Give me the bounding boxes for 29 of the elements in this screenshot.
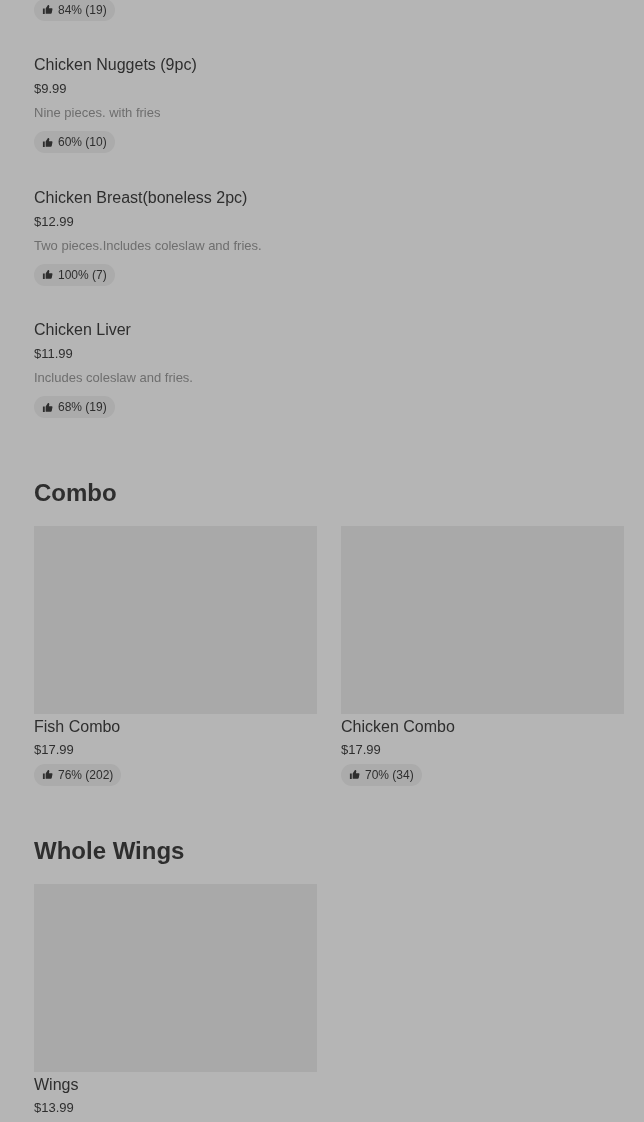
item-price: $17.99 xyxy=(341,740,381,759)
item-description: Nine pieces. with fries xyxy=(34,104,162,122)
item-price: $12.99 xyxy=(34,212,75,231)
rating-badge: 70% (34) xyxy=(341,763,422,786)
thumbs-up-icon xyxy=(42,401,53,413)
item-name: Chicken Breast(boneless 2pc) xyxy=(34,187,249,208)
item-name: Wings xyxy=(34,1074,79,1095)
thumbs-up-icon xyxy=(42,136,53,148)
rating-badge: 76% (202) xyxy=(34,763,122,786)
thumbs-up-icon xyxy=(42,769,53,780)
item-name: Chicken Nuggets (9pc) xyxy=(34,55,198,75)
item-description: Two pieces.Includes coleslaw and fries. xyxy=(34,236,263,255)
thumbs-up-icon xyxy=(42,269,53,280)
item-name: Chicken Liver xyxy=(34,320,132,340)
thumbs-up-icon xyxy=(42,4,53,15)
item-price: $9.99 xyxy=(34,80,68,98)
rating-badge: 60% (10) xyxy=(34,131,115,153)
item-price: $11.99 xyxy=(34,345,74,363)
section-heading: Whole Wings xyxy=(34,835,186,866)
item-price: $13.99 xyxy=(34,1098,74,1117)
rating-badge: 100% (7) xyxy=(34,263,115,286)
item-name: Chicken Combo xyxy=(341,716,455,737)
rating-badge: 68% (19) xyxy=(34,396,115,418)
item-name: Fish Combo xyxy=(34,716,121,737)
item-price: $17.99 xyxy=(34,740,74,759)
thumbs-up-icon xyxy=(349,769,360,780)
section-heading: Combo xyxy=(34,477,118,508)
rating-badge: 84% (19) xyxy=(34,0,115,21)
item-description: Includes coleslaw and fries. xyxy=(34,369,194,387)
